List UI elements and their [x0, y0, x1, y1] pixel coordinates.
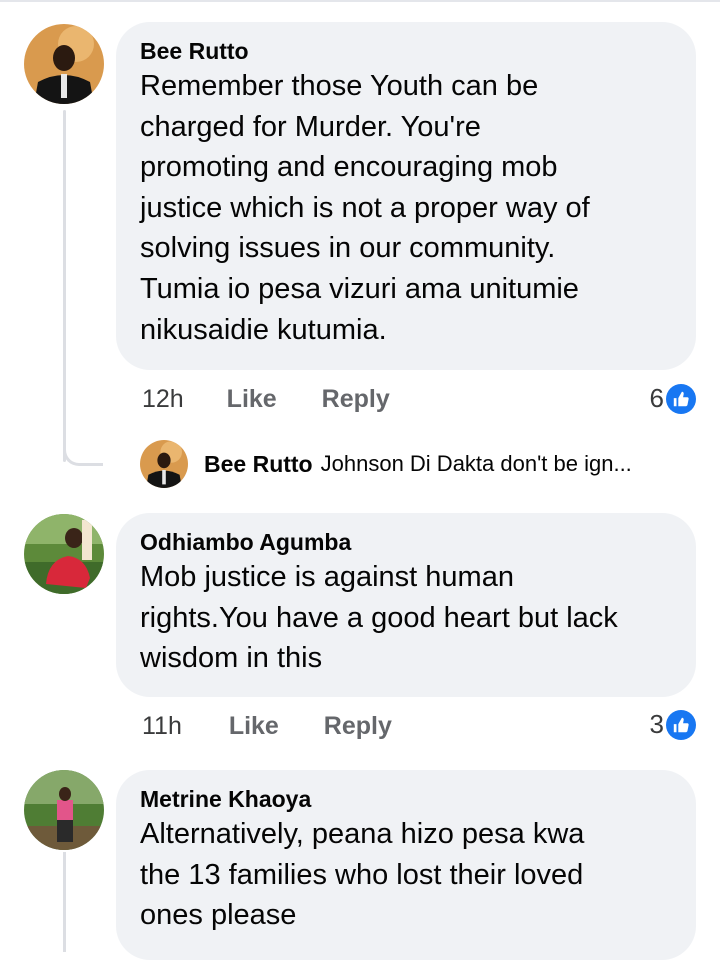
reaction-summary[interactable]: 3 — [650, 709, 696, 740]
like-button[interactable]: Like — [227, 385, 277, 414]
reply-button[interactable]: Reply — [324, 712, 392, 741]
reaction-count: 3 — [649, 709, 664, 739]
comment-text-line: Alternatively, peana hizo pesa kwa — [140, 818, 585, 850]
reply-text: Johnson Di Dakta don't be ign... — [320, 451, 632, 476]
comment-text-line: Mob justice is against human — [140, 561, 514, 593]
comment-text-line: justice which is not a proper way of — [140, 191, 590, 224]
avatar-odhiambo-agumba[interactable] — [24, 514, 104, 594]
comment-timestamp[interactable]: 12h — [142, 385, 184, 414]
comment-text: Mob justice is against human rights.You … — [140, 557, 672, 679]
reply-thread-line — [63, 852, 66, 952]
reply-thread-line — [63, 110, 66, 462]
comment-actions: 11h Like Reply — [142, 712, 392, 741]
avatar-metrine-khaoya[interactable] — [24, 770, 104, 850]
reply-button[interactable]: Reply — [322, 385, 390, 414]
comment-author[interactable]: Bee Rutto — [140, 36, 672, 66]
top-divider — [0, 0, 720, 2]
comment-text-line: the 13 families who lost their loved — [140, 858, 584, 891]
reply-author[interactable]: Bee Rutto — [204, 451, 313, 478]
reaction-summary[interactable]: 6 — [650, 383, 696, 414]
comment-text-line: promoting and encouraging mob — [140, 151, 558, 184]
comment-text-line: ones please — [140, 899, 297, 932]
reply-thread-connector — [63, 430, 103, 466]
comment-text: Remember those Youth can be charged for … — [140, 66, 672, 350]
avatar-bee-rutto-small — [140, 440, 188, 488]
reply-preview[interactable]: Bee Rutto Johnson Di Dakta don't be ign.… — [140, 440, 632, 488]
comment-text: Alternatively, peana hizo pesa kwa the 1… — [140, 814, 672, 936]
like-button[interactable]: Like — [229, 712, 279, 741]
thumbs-up-icon — [666, 709, 696, 740]
comment-text-line: nikusaidie kutumia. — [140, 313, 387, 346]
comment-text-line: Tumia io pesa vizuri ama unitumie — [140, 272, 579, 305]
comment-author[interactable]: Metrine Khaoya — [140, 784, 672, 814]
comment-text-line: charged for Murder. You're — [140, 110, 481, 143]
comment-bubble: Bee Rutto Remember those Youth can be ch… — [116, 22, 696, 370]
thumbs-up-icon — [666, 383, 696, 414]
comment-bubble: Metrine Khaoya Alternatively, peana hizo… — [116, 770, 696, 960]
comment-timestamp[interactable]: 11h — [142, 712, 182, 741]
comment-actions: 12h Like Reply — [142, 385, 390, 414]
avatar-bee-rutto[interactable] — [24, 24, 104, 104]
comment-author[interactable]: Odhiambo Agumba — [140, 527, 672, 557]
comment-text-line: solving issues in our community. — [140, 232, 556, 265]
comment-bubble: Odhiambo Agumba Mob justice is against h… — [116, 513, 696, 697]
comment-text-line: wisdom in this — [140, 642, 323, 675]
reaction-count: 6 — [649, 383, 664, 413]
comment-text-line: rights.You have a good heart but lack — [140, 601, 618, 634]
comment-text-line: Remember those Youth can be — [140, 70, 539, 102]
